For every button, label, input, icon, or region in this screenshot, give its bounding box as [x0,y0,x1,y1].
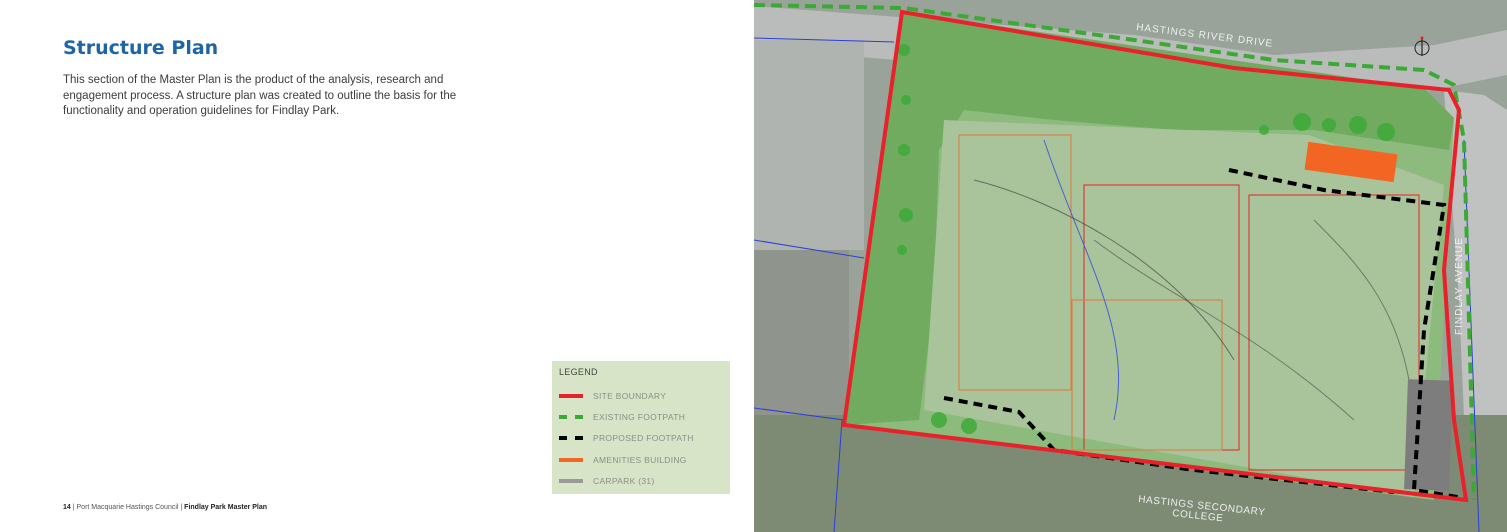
legend-item-existing-footpath: EXISTING FOOTPATH [559,406,723,427]
left-page: Structure Plan This section of the Maste… [0,0,754,532]
legend-item-amenities-building: AMENITIES BUILDING [559,449,723,470]
existing-footpath-swatch [559,414,583,419]
houses-left [754,250,849,420]
footer-org: | Port Macquarie Hastings Council | [72,504,183,511]
footer-doc-title: Findlay Park Master Plan [184,504,268,511]
legend-item-site-boundary: SITE BOUNDARY [559,385,723,406]
carpark-swatch [559,478,583,483]
legend-label: SITE BOUNDARY [593,390,667,401]
carpark-lot-left [754,40,864,250]
legend-item-proposed-footpath: PROPOSED FOOTPATH [559,428,723,449]
legend-label: PROPOSED FOOTPATH [593,433,694,444]
site-boundary-swatch [559,393,583,398]
carpark [1404,379,1453,491]
legend-label: CARPARK (31) [593,475,655,486]
legend-label: EXISTING FOOTPATH [593,411,686,422]
legend-label: AMENITIES BUILDING [593,454,687,465]
legend: LEGEND SITE BOUNDARY EXISTING FOOTPATH P… [552,361,730,494]
site-plan-map: HASTINGS RIVER DRIVE FINDLAY AVENUE HAST… [754,0,1507,532]
page-footer: 14 | Port Macquarie Hastings Council | F… [63,504,267,511]
page-title: Structure Plan [63,37,219,59]
road-label-right: FINDLAY AVENUE [1454,237,1465,335]
legend-item-carpark: CARPARK (31) [559,470,723,491]
amenities-building-swatch [559,457,583,462]
page-number: 14 [63,504,71,511]
proposed-footpath-swatch [559,436,583,441]
legend-title: LEGEND [559,367,598,377]
intro-paragraph: This section of the Master Plan is the p… [63,74,457,117]
